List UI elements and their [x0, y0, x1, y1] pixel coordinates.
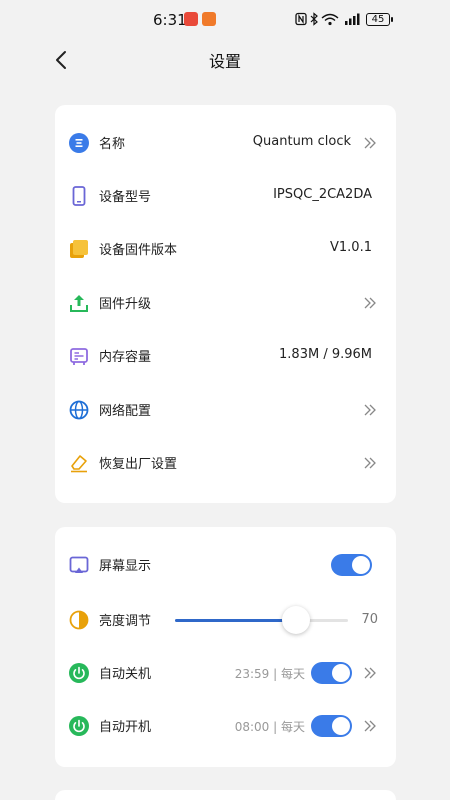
row-device-model: 设备型号 IPSQC_2CA2DA: [55, 176, 396, 216]
auto-shutdown-toggle[interactable]: [311, 662, 352, 684]
double-chevron-right-icon: [364, 457, 376, 469]
memory-capacity-value: 1.83M / 9.96M: [279, 347, 372, 362]
auto-shutdown-schedule: 23:59 | 每天: [234, 667, 305, 681]
display-settings-card: 屏幕显示 亮度调节 70 自动关机 23:59 | 每天 自动开机 08:00 …: [55, 527, 396, 767]
status-bar: 6:31 45: [0, 0, 450, 40]
row-label: 设备型号: [99, 190, 152, 205]
notification-app-icon: [184, 12, 198, 26]
bluetooth-icon: [310, 12, 318, 26]
power-icon: [69, 663, 89, 683]
phone-icon: [72, 186, 86, 206]
brightness-slider-thumb[interactable]: [282, 606, 311, 634]
row-label: 名称: [99, 137, 126, 152]
row-label: 设备固件版本: [99, 243, 178, 258]
device-model-value: IPSQC_2CA2DA: [273, 187, 372, 202]
brightness-value: 70: [361, 612, 378, 627]
row-memory-capacity: 内存容量 1.83M / 9.96M: [55, 336, 396, 376]
upload-icon: [70, 295, 88, 312]
memory-icon: [70, 348, 88, 365]
double-chevron-right-icon: [364, 137, 376, 149]
auto-startup-toggle[interactable]: [311, 715, 352, 737]
row-device-name[interactable]: 名称 Quantum clock: [55, 123, 396, 163]
row-firmware-upgrade[interactable]: 固件升级: [55, 283, 396, 323]
row-label: 恢复出厂设置: [99, 457, 178, 472]
power-icon: [69, 716, 89, 736]
double-chevron-right-icon: [364, 297, 376, 309]
row-factory-reset[interactable]: 恢复出厂设置: [55, 443, 396, 483]
row-label: 亮度调节: [99, 614, 152, 629]
nfc-icon: [295, 12, 307, 26]
auto-startup-schedule: 08:00 | 每天: [234, 720, 305, 734]
row-label: 自动开机: [99, 720, 152, 735]
row-auto-shutdown[interactable]: 自动关机 23:59 | 每天: [55, 653, 396, 693]
row-brightness: 亮度调节 70: [55, 600, 396, 640]
row-label: 固件升级: [99, 297, 152, 312]
row-firmware-version: 设备固件版本 V1.0.1: [55, 229, 396, 269]
row-screen-display: 屏幕显示: [55, 545, 396, 585]
double-chevron-right-icon: [364, 404, 376, 416]
page-title: 设置: [208, 52, 241, 71]
notification-app-icon: [202, 12, 216, 26]
firmware-version-value: V1.0.1: [330, 240, 372, 255]
status-time: 6:31: [153, 11, 187, 29]
name-icon: [69, 133, 89, 153]
wifi-icon: [321, 13, 339, 26]
device-name-value: Quantum clock: [252, 134, 351, 149]
row-label: 内存容量: [99, 350, 152, 365]
brightness-slider-fill: [175, 619, 297, 622]
battery-indicator: 45: [366, 13, 393, 26]
row-label: 自动关机: [99, 667, 152, 682]
signal-icon: [345, 13, 360, 25]
next-settings-card: [55, 790, 396, 800]
double-chevron-right-icon: [364, 720, 376, 732]
brightness-icon: [69, 610, 89, 630]
device-info-card: 名称 Quantum clock 设备型号 IPSQC_2CA2DA 设备固件版…: [55, 105, 396, 503]
brightness-slider-track[interactable]: [175, 619, 348, 622]
row-label: 网络配置: [99, 404, 152, 419]
globe-icon: [69, 400, 89, 420]
status-icons: [295, 12, 360, 26]
screen-cast-icon: [69, 556, 89, 573]
screen-display-toggle[interactable]: [331, 554, 372, 576]
row-network-config[interactable]: 网络配置: [55, 390, 396, 430]
eraser-icon: [71, 455, 87, 473]
row-auto-startup[interactable]: 自动开机 08:00 | 每天: [55, 706, 396, 746]
double-chevron-right-icon: [364, 667, 376, 679]
folder-icon: [70, 240, 88, 258]
row-label: 屏幕显示: [99, 559, 152, 574]
